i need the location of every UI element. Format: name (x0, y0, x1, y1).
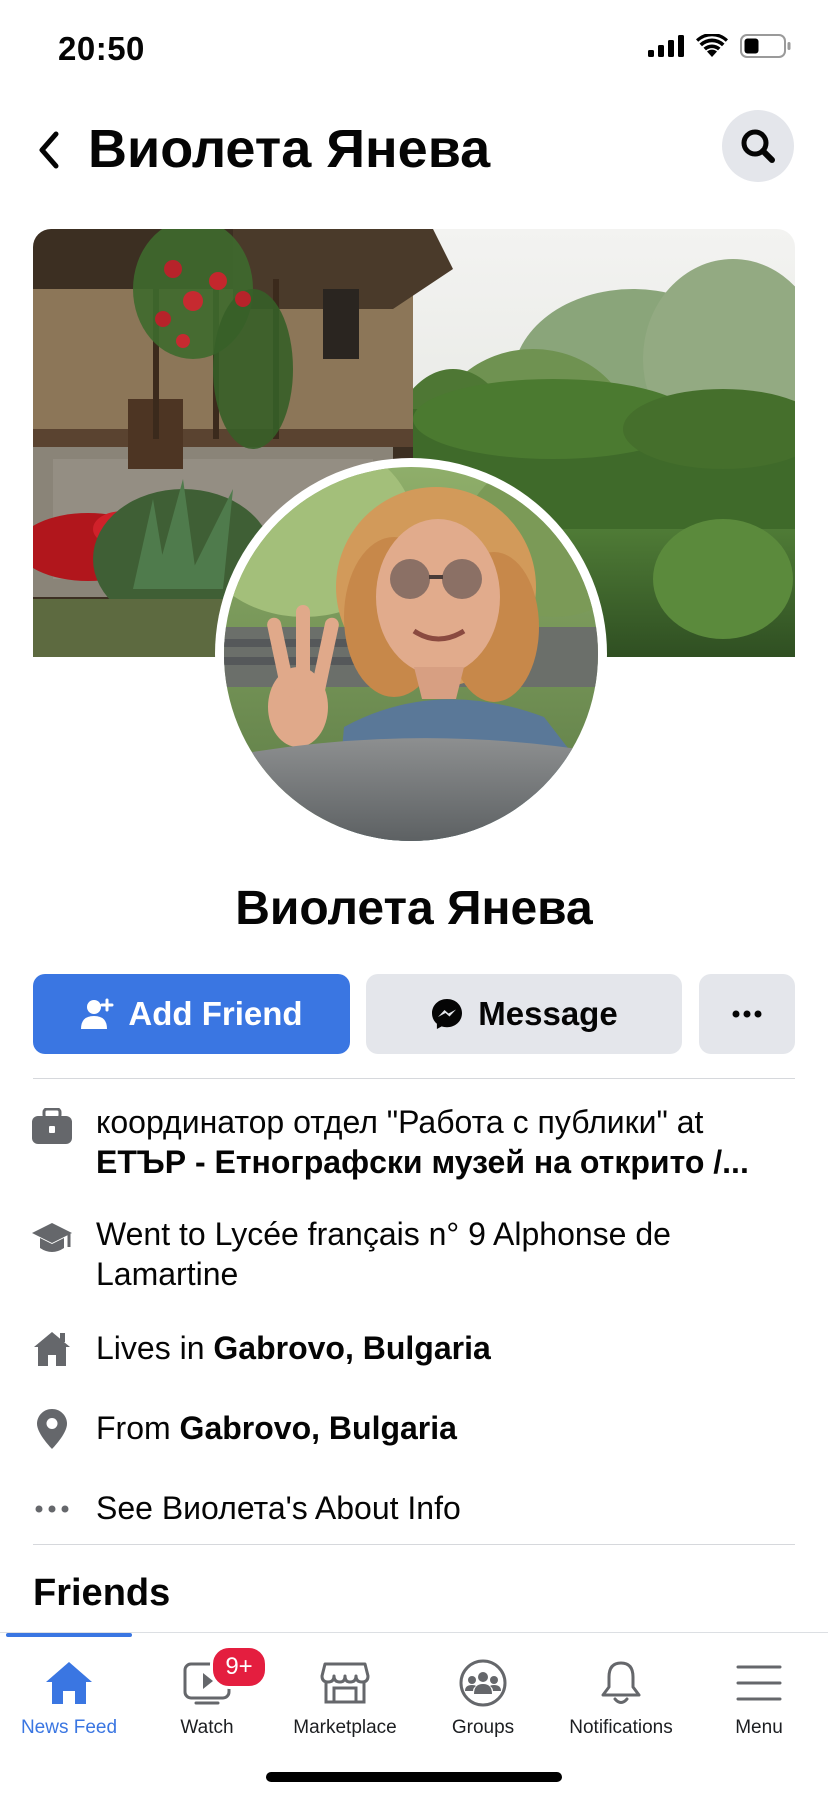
education-text: Went to Lycée français n° 9 Alphonse de … (96, 1216, 671, 1292)
tab-news-feed[interactable]: News Feed (0, 1633, 138, 1753)
avatar (224, 467, 598, 841)
home-icon (31, 1328, 73, 1370)
tab-notifications[interactable]: Notifications (552, 1633, 690, 1753)
divider (33, 1544, 795, 1545)
tab-label: Menu (735, 1717, 783, 1738)
from-place-link[interactable]: Gabrovo, Bulgaria (180, 1410, 457, 1446)
briefcase-icon (31, 1106, 73, 1148)
tab-watch[interactable]: 9+ Watch (138, 1633, 276, 1753)
friends-heading: Friends (33, 1572, 171, 1614)
add-friend-icon (81, 998, 114, 1029)
bottom-tab-bar: News Feed 9+ Watch Marketplace Groups No… (0, 1632, 828, 1793)
tab-menu[interactable]: Menu (690, 1633, 828, 1753)
tab-label: Marketplace (293, 1717, 397, 1738)
work-place-link[interactable]: ЕТЪР - Етнографски музей на открито /... (96, 1142, 786, 1182)
watch-badge: 9+ (210, 1645, 268, 1689)
menu-icon (690, 1653, 828, 1713)
profile-actions: Add Friend Message (33, 974, 795, 1054)
more-horizontal-icon (31, 1488, 73, 1530)
add-friend-button[interactable]: Add Friend (33, 974, 350, 1054)
bell-icon (552, 1653, 690, 1713)
search-button[interactable] (722, 110, 794, 182)
tab-marketplace[interactable]: Marketplace (276, 1633, 414, 1753)
from-text: From Gabrovo, Bulgaria (96, 1408, 786, 1448)
cellular-signal-icon (648, 35, 684, 57)
back-button[interactable] (24, 122, 74, 178)
top-nav: Виолета Янева (0, 100, 828, 200)
see-about-text: See Виолета's About Info (96, 1490, 461, 1526)
marketplace-icon (276, 1653, 414, 1713)
tab-label: Watch (180, 1717, 234, 1738)
battery-icon (740, 34, 791, 58)
work-title: координатор отдел "Работа с публики" at (96, 1104, 704, 1140)
divider (33, 1078, 795, 1079)
work-text: координатор отдел "Работа с публики" at … (96, 1102, 786, 1182)
tab-label: Groups (451, 1717, 515, 1738)
wifi-icon (696, 34, 728, 57)
home-icon (0, 1653, 138, 1713)
page-title: Виолета Янева (88, 119, 491, 179)
message-label: Message (478, 995, 618, 1032)
home-indicator (266, 1772, 562, 1782)
tab-groups[interactable]: Groups (414, 1633, 552, 1753)
search-icon (741, 129, 775, 163)
location-pin-icon (31, 1408, 73, 1450)
status-icons (648, 34, 792, 58)
graduation-cap-icon (31, 1218, 73, 1260)
status-time: 20:50 (58, 30, 145, 67)
more-horizontal-icon (732, 1010, 762, 1018)
lives-in-text: Lives in Gabrovo, Bulgaria (96, 1328, 786, 1368)
groups-icon (414, 1653, 552, 1713)
profile-name: Виолета Янева (235, 882, 593, 935)
message-button[interactable]: Message (366, 974, 682, 1054)
from-prefix: From (96, 1410, 171, 1446)
lives-in-place-link[interactable]: Gabrovo, Bulgaria (213, 1330, 490, 1366)
status-bar: 20:50 (0, 0, 828, 100)
more-options-button[interactable] (699, 974, 795, 1054)
profile-picture[interactable] (215, 458, 607, 850)
chevron-left-icon (39, 131, 59, 169)
tab-label: Notifications (569, 1717, 673, 1738)
add-friend-label: Add Friend (128, 995, 303, 1032)
tab-label: News Feed (20, 1717, 118, 1738)
lives-in-prefix: Lives in (96, 1330, 205, 1366)
messenger-icon (432, 999, 463, 1029)
